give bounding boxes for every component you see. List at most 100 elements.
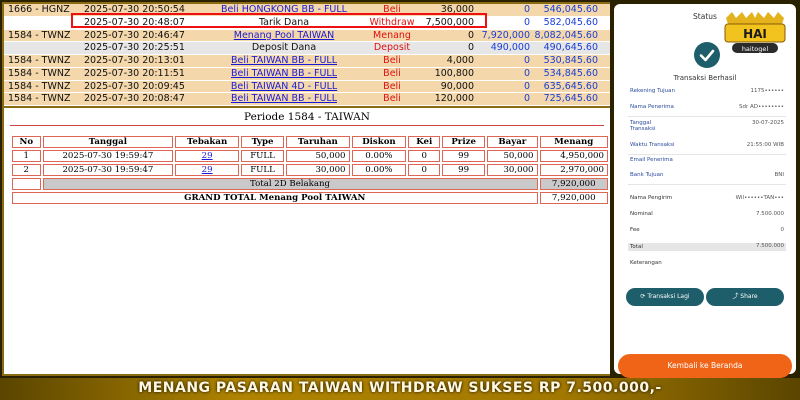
- subtotal-label: Total 2D Belakang: [42, 178, 538, 190]
- receipt-field: Keterangan: [630, 260, 784, 266]
- transaction-credit: 0: [523, 80, 530, 92]
- transaction-credit: 0: [523, 93, 530, 105]
- bet-cell: 0.00%: [351, 164, 407, 176]
- receipt-field: Fee 0: [630, 227, 784, 233]
- receipt-separator: [628, 116, 786, 117]
- transaction-date: 2025-07-30 20:46:47: [84, 29, 185, 41]
- bet-header-cell: No: [12, 136, 41, 148]
- svg-text:HAI: HAI: [743, 27, 767, 41]
- transaction-type: Beli: [383, 4, 401, 15]
- transaction-debit: 36,000: [440, 4, 474, 15]
- transaction-description[interactable]: Beli TAIWAN BB - FULL: [204, 55, 364, 67]
- bet-cell: 99: [442, 150, 486, 162]
- transaction-id: 1584 - TWNZ: [8, 29, 71, 41]
- bet-table-header: No Tanggal Tebakan Type Taruhan Diskon Kei Priz…: [12, 136, 608, 148]
- bet-header-cell: Diskon: [351, 136, 407, 148]
- transaction-description[interactable]: Menang Pool TAIWAN: [204, 30, 364, 42]
- bet-header-cell: Kei: [408, 136, 441, 148]
- transaction-type: Beli: [383, 80, 401, 92]
- receipt-field-label: Total: [630, 244, 643, 250]
- transaction-balance: 546,045.60: [543, 4, 598, 15]
- share-label: Share: [740, 293, 758, 300]
- transaction-type: Deposit: [373, 42, 411, 54]
- transaction-balance: 8,082,045.60: [534, 29, 598, 41]
- receipt-field-label: Fee: [630, 227, 640, 233]
- transaction-balance: 530,845.60: [543, 55, 598, 66]
- bet-cell: 30,000: [487, 164, 538, 176]
- transaction-description[interactable]: Beli TAIWAN 4D - FULL: [204, 81, 364, 93]
- transaction-debit: 4,000: [446, 55, 474, 66]
- screenshot-frame: 1666 - HGNZ 2025-07-30 20:50:54 Beli HONGK…: [0, 0, 800, 400]
- transaction-type: Withdraw: [369, 16, 415, 28]
- transaction-balance: 534,845.60: [543, 67, 598, 79]
- transaction-credit: 0: [523, 55, 530, 66]
- kembali-ke-beranda-button[interactable]: Kembali ke Beranda: [618, 354, 792, 378]
- bet-cell: 0.00%: [351, 150, 407, 162]
- bet-cell: 2: [12, 164, 41, 176]
- transaction-date: 2025-07-30 20:13:01: [84, 55, 185, 66]
- receipt-field: Tanggal Transaksi 30-07-2025: [630, 120, 784, 132]
- transaction-id: 1584 - TWNZ: [8, 80, 71, 92]
- transaction-id: 1666 - HGNZ: [8, 4, 70, 15]
- svg-text:haitogel: haitogel: [742, 45, 769, 53]
- haitogel-logo: HAI haitogel: [724, 12, 786, 53]
- receipt-field: Nama Penerima Sdr AD••••••••: [630, 104, 784, 110]
- bet-header-cell: Tebakan: [175, 136, 239, 148]
- receipt-separator: [628, 154, 786, 155]
- transaction-balance: 725,645.60: [543, 93, 598, 105]
- receipt-field-label: Waktu Transaksi: [630, 142, 675, 148]
- receipt-field: Rekening Tujuan 1175••••••: [630, 88, 784, 94]
- bottom-banner: MENANG PASARAN TAIWAN WITHDRAW SUKSES RP…: [0, 378, 800, 400]
- bet-header-cell: Type: [240, 136, 285, 148]
- receipt-separator: [628, 184, 786, 185]
- transaction-description[interactable]: Beli HONGKONG BB - FULL: [204, 4, 364, 16]
- transaction-id: [4, 42, 76, 54]
- receipt-field-label: Nama Penerima: [630, 104, 674, 110]
- transaction-credit: 0: [523, 16, 530, 28]
- bet-number-link[interactable]: 29: [175, 150, 239, 162]
- bet-number-link[interactable]: 29: [175, 164, 239, 176]
- transaksi-lagi-button[interactable]: ⟳ Transaksi Lagi: [626, 288, 704, 306]
- transaction-description[interactable]: Beli TAIWAN BB - FULL: [204, 93, 364, 105]
- receipt-field-label: Bank Tujuan: [630, 172, 664, 178]
- bet-row: 1 2025-07-30 19:59:47 29 FULL 50,000 0.00% 0 99…: [12, 150, 608, 162]
- transaction-balance: 635,645.60: [543, 80, 598, 92]
- receipt-field-label: Email Penerima: [630, 157, 673, 163]
- transaction-credit: 7,920,000: [481, 29, 530, 41]
- receipt-field-label: Keterangan: [630, 260, 662, 266]
- transaction-row: 2025-07-30 20:25:51 Deposit Dana Deposit 0 4…: [4, 42, 610, 55]
- transaction-row: 1584 - TWNZ 2025-07-30 20:09:45 Beli TAIWA…: [4, 80, 610, 94]
- transaction-id: 1584 - TWNZ: [8, 93, 71, 105]
- transaction-credit: 0: [523, 4, 530, 15]
- transaction-id: 1584 - TWNZ: [8, 55, 71, 66]
- bet-row: 2 2025-07-30 19:59:47 29 FULL 30,000 0.00% 0 99…: [12, 164, 608, 176]
- receipt-field: Bank Tujuan BNI: [630, 172, 784, 178]
- share-button[interactable]: ⤴ Share: [706, 288, 784, 306]
- receipt-field: Nama Pengirim Wil••••••TAN•••: [630, 195, 784, 201]
- transaction-debit: 7,500,000: [425, 16, 474, 28]
- transaction-id: [4, 17, 76, 29]
- grand-total-value: 7,920,000: [539, 192, 608, 204]
- bet-cell: 2025-07-30 19:59:47: [42, 164, 174, 176]
- transaction-history-table: 1666 - HGNZ 2025-07-30 20:50:54 Beli HONGK…: [4, 4, 610, 106]
- transaction-row: 1584 - TWNZ 2025-07-30 20:46:47 Menang Poo…: [4, 29, 610, 43]
- transaction-balance: 582,045.60: [543, 16, 598, 28]
- receipt-field-label: Nominal: [630, 211, 653, 217]
- receipt-field-value: Sdr AD••••••••: [739, 104, 784, 110]
- transaction-description[interactable]: Beli TAIWAN BB - FULL: [204, 68, 364, 80]
- receipt-field: Nominal 7.500.000: [630, 211, 784, 217]
- receipt-field-value: 0: [780, 227, 785, 233]
- transaction-date: 2025-07-30 20:09:45: [84, 80, 185, 92]
- subtotal-row: Total 2D Belakang 7,920,000: [12, 178, 608, 190]
- transaction-row: 1666 - HGNZ 2025-07-30 20:50:54 Beli HONGK…: [4, 4, 610, 17]
- transaction-debit: 0: [467, 29, 474, 41]
- receipt-field-value: 7.500.000: [756, 211, 784, 217]
- grand-total-label: GRAND TOTAL Menang Pool TAIWAN: [12, 192, 538, 204]
- transaction-row: 2025-07-30 20:48:07 Tarik Dana Withdraw 7,5…: [4, 16, 610, 30]
- receipt-field: Waktu Transaksi 21:55:00 WIB: [630, 142, 784, 148]
- bet-cell: 2025-07-30 19:59:47: [42, 150, 174, 162]
- bet-cell: 0: [408, 164, 441, 176]
- transaction-date: 2025-07-30 20:50:54: [84, 4, 185, 15]
- receipt-field-label: Tanggal Transaksi: [630, 120, 656, 132]
- receipt-field-value: BNI: [774, 172, 784, 178]
